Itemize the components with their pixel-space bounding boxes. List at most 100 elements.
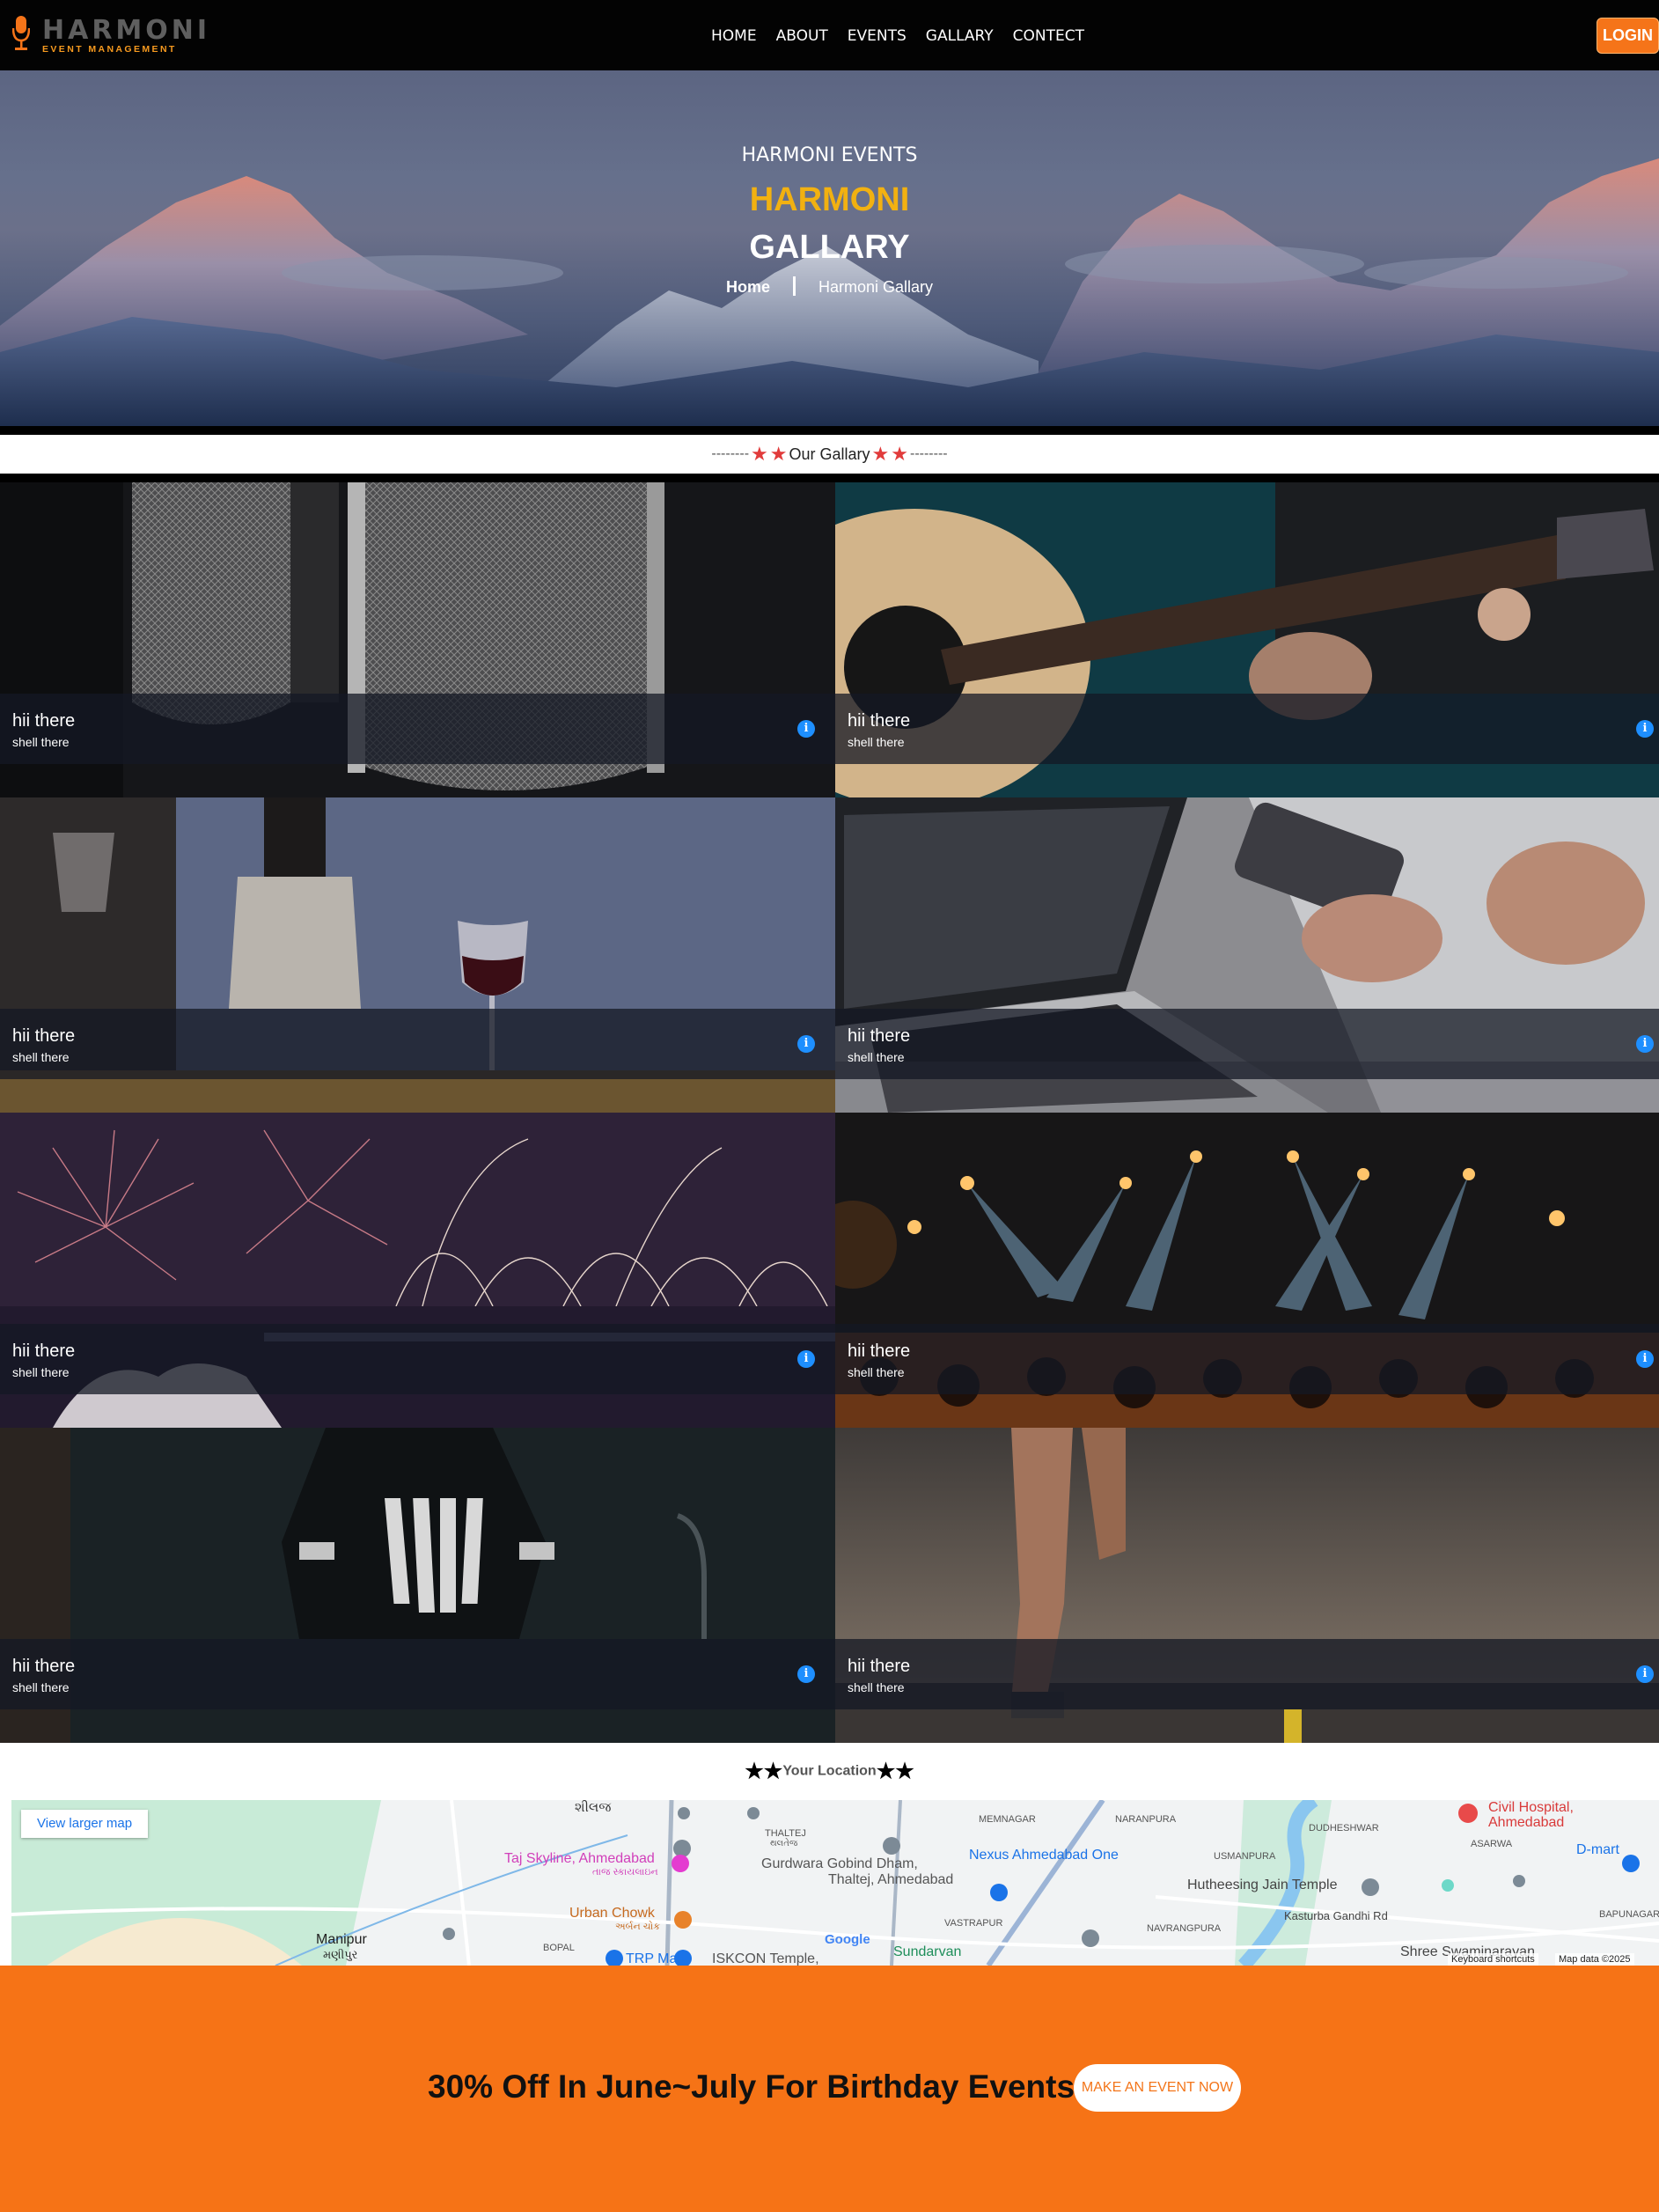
star-icon: ★ [871,443,890,465]
tile-title: hii there [848,711,911,731]
info-icon[interactable]: i [1636,1350,1654,1368]
map-label: Taj Skyline, Ahmedabad [504,1851,655,1866]
microphone-logo-icon [12,16,30,50]
info-icon[interactable]: i [797,1350,815,1368]
hero-subtitle: GALLARY [749,229,910,266]
map-label: NARANPURA [1115,1814,1177,1825]
tile-caption-overlay [0,1639,835,1709]
promo-text: 30% Off In June~July For Birthday Events [428,2069,1075,2105]
gallery-tile[interactable]: hii there shell there i [835,1428,1659,1743]
map-label: મણીપુર [323,1948,358,1961]
gallery-grid: hii there shell there i hii there shell … [0,482,1659,1743]
map-label: TRP Mall [626,1951,684,1966]
gallery-tile[interactable]: hii there shell there i [0,482,835,797]
map-label: થલતેજ [770,1839,798,1848]
info-icon[interactable]: i [1636,1035,1654,1053]
nav-contect[interactable]: CONTECT [1013,25,1084,48]
login-button[interactable]: LOGIN [1597,18,1659,54]
tile-title: hii there [12,1026,76,1046]
map-label: D-mart [1576,1842,1619,1857]
breadcrumb-current: Harmoni Gallary [818,278,934,296]
gallery-heading: Our Gallary [789,445,870,463]
gallery-tile[interactable]: hii there shell there i [835,1113,1659,1428]
star-icon: ★ [745,1760,764,1783]
logo-title: HARMONI [42,15,211,46]
top-navbar: HARMONI EVENT MANAGEMENT HOME ABOUT EVEN… [0,0,1659,70]
map-label: Manipur [316,1932,367,1947]
star-icon: ★ [891,443,908,465]
star-icon: ★ [751,443,768,465]
keyboard-shortcuts-link[interactable]: Keyboard shortcuts [1448,1953,1538,1966]
map-label: Thaltej, Ahmedabad [828,1872,954,1887]
tile-caption-overlay [835,1639,1659,1709]
map-label: ISKCON Temple, [712,1951,819,1966]
map-label: Urban Chowk [569,1906,655,1921]
nav-home[interactable]: HOME [711,25,757,48]
google-logo: Google [825,1932,870,1947]
tile-title: hii there [848,1341,911,1361]
star-icon: ★ [763,1760,783,1783]
tile-title: hii there [848,1657,911,1676]
map-label: BOPAL [543,1943,575,1953]
tile-caption-overlay [835,694,1659,764]
hero-banner: HARMONI EVENTS HARMONI GALLARY Home Harm… [0,70,1659,426]
map-label: Sundarvan [893,1944,962,1959]
hero-title: HARMONI [749,181,910,218]
breadcrumb-home[interactable]: Home [726,278,770,297]
info-icon[interactable]: i [1636,1665,1654,1683]
map-label: Gurdwara Gobind Dham, [761,1856,918,1871]
location-heading-row: ★★Your Location★★ [0,1759,1659,1784]
hero-eyebrow: HARMONI EVENTS [741,144,918,166]
location-heading: Your Location [782,1763,877,1779]
tile-caption-overlay [835,1009,1659,1079]
gallery-tile[interactable]: hii there shell there i [835,797,1659,1113]
embedded-map[interactable]: View larger map શીલજ Taj Skyline, Ahmeda… [11,1800,1659,1966]
tile-subtitle: shell there [848,1365,905,1379]
map-data-credit: Map data ©2025 [1555,1953,1634,1966]
tile-subtitle: shell there [12,1365,70,1379]
gallery-tile[interactable]: hii there shell there i [0,797,835,1113]
make-event-button[interactable]: MAKE AN EVENT NOW [1074,2064,1241,2112]
tile-subtitle: shell there [12,735,70,749]
nav-events[interactable]: EVENTS [848,25,907,48]
location-section: ★★Your Location★★ View larger map શીલજ T… [0,1743,1659,1966]
tile-subtitle: shell there [848,1050,905,1064]
map-label: THALTEJ [765,1828,806,1839]
info-icon[interactable]: i [797,720,815,738]
map-label: અર્બન ચોક [615,1922,661,1932]
tile-caption-overlay [0,694,835,764]
breadcrumb-separator [792,276,796,296]
tile-subtitle: shell there [848,735,905,749]
tile-subtitle: shell there [848,1680,905,1694]
map-label: તાજ સ્કાયલાઇન [592,1867,658,1878]
harmoni-logo[interactable]: HARMONI EVENT MANAGEMENT [12,16,207,56]
tile-subtitle: shell there [12,1680,70,1694]
tile-title: hii there [12,1657,76,1676]
map-label: Civil Hospital, [1488,1800,1574,1815]
tile-subtitle: shell there [12,1050,70,1064]
map-label: ASARWA [1471,1839,1513,1849]
nav-gallary[interactable]: GALLARY [926,25,994,48]
map-label: DUDHESHWAR [1309,1823,1379,1834]
map-label: BAPUNAGAR [1599,1909,1659,1920]
heading-dashes-left: -------- [711,446,750,461]
map-label: Hutheesing Jain Temple [1187,1878,1338,1892]
gallery-heading-bar: -------- ★ ★ Our Gallary ★ ★ -------- [0,435,1659,474]
gallery-tile[interactable]: hii there shell there i [835,482,1659,797]
info-icon[interactable]: i [797,1035,815,1053]
heading-dashes-right: -------- [909,446,948,461]
tile-title: hii there [12,1341,76,1361]
gallery-tile[interactable]: hii there shell there i [0,1113,835,1428]
tile-caption-overlay [0,1009,835,1079]
gallery-tile[interactable]: hii there shell there i [0,1428,835,1743]
tile-title: hii there [848,1026,911,1046]
view-larger-map-button[interactable]: View larger map [21,1810,149,1838]
nav-about[interactable]: ABOUT [776,25,828,48]
map-label: NAVRANGPURA [1147,1923,1222,1934]
divider-strip [0,426,1659,435]
info-icon[interactable]: i [797,1665,815,1683]
map-label: Kasturba Gandhi Rd [1284,1909,1388,1922]
nav-links: HOME ABOUT EVENTS GALLARY CONTECT [711,25,1104,48]
promo-banner: 30% Off In June~July For Birthday Events… [0,1966,1659,2212]
info-icon[interactable]: i [1636,720,1654,738]
